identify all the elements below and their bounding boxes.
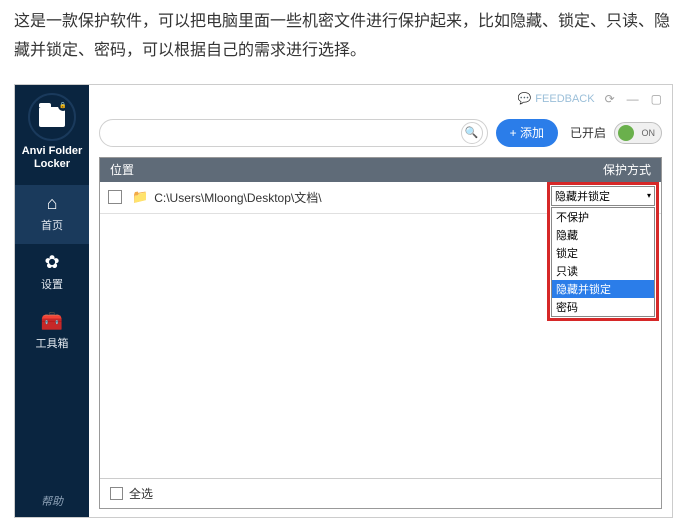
sidebar-item-home[interactable]: ⌂ 首页 xyxy=(15,185,89,244)
main-area: 💬 FEEDBACK ⟳ — ▢ 🔍 + 添加 已开启 ON 位置 保护方式 xyxy=(89,85,672,517)
row-path-text: C:\Users\Mloong\Desktop\文档\ xyxy=(154,189,551,206)
intro-paragraph: 这是一款保护软件，可以把电脑里面一些机密文件进行保护起来，比如隐藏、锁定、只读、… xyxy=(0,0,687,84)
toggle-knob xyxy=(618,125,634,141)
column-location: 位置 xyxy=(100,161,541,178)
column-method: 保护方式 xyxy=(541,161,661,178)
toolbox-icon: 🧰 xyxy=(15,311,89,332)
dropdown-current[interactable]: 隐藏并锁定 ▾ xyxy=(551,186,655,206)
home-icon: ⌂ xyxy=(15,193,89,214)
dropdown-option-readonly[interactable]: 只读 xyxy=(552,262,654,280)
gear-icon: ✿ xyxy=(15,252,89,273)
select-all-label: 全选 xyxy=(129,485,153,502)
table-footer: 全选 xyxy=(100,478,661,508)
refresh-icon[interactable]: ⟳ xyxy=(603,92,617,106)
dropdown-current-text: 隐藏并锁定 xyxy=(555,188,610,204)
folder-icon: 📁 xyxy=(132,189,148,205)
sidebar-item-label: 首页 xyxy=(41,220,63,232)
protection-dropdown-highlighted: 隐藏并锁定 ▾ 不保护 隐藏 锁定 只读 隐藏并锁定 密码 xyxy=(547,182,659,321)
maximize-icon[interactable]: ▢ xyxy=(649,92,664,106)
feedback-label: FEEDBACK xyxy=(535,93,594,105)
window-controls: 💬 FEEDBACK ⟳ — ▢ xyxy=(89,85,672,113)
dropdown-option-hidelock[interactable]: 隐藏并锁定 xyxy=(552,280,654,298)
lock-icon xyxy=(58,101,68,111)
search-input-wrap: 🔍 xyxy=(99,119,488,147)
toggle-state-text: ON xyxy=(642,128,656,138)
app-window: Anvi Folder Locker ⌂ 首页 ✿ 设置 🧰 工具箱 帮助 💬 … xyxy=(14,84,673,518)
select-all-checkbox[interactable] xyxy=(110,487,123,500)
sidebar-item-settings[interactable]: ✿ 设置 xyxy=(15,244,89,303)
table-header: 位置 保护方式 xyxy=(100,158,661,182)
app-name: Anvi Folder Locker xyxy=(15,145,89,171)
dropdown-option-password[interactable]: 密码 xyxy=(552,298,654,316)
row-checkbox[interactable] xyxy=(108,190,122,204)
dropdown-option-list: 不保护 隐藏 锁定 只读 隐藏并锁定 密码 xyxy=(551,207,655,317)
sidebar-item-label: 工具箱 xyxy=(36,338,69,350)
dropdown-option-hide[interactable]: 隐藏 xyxy=(552,226,654,244)
toolbar: 🔍 + 添加 已开启 ON xyxy=(89,113,672,157)
sidebar: Anvi Folder Locker ⌂ 首页 ✿ 设置 🧰 工具箱 帮助 xyxy=(15,85,89,517)
chevron-down-icon: ▾ xyxy=(647,191,651,200)
dropdown-option-none[interactable]: 不保护 xyxy=(552,208,654,226)
feedback-link[interactable]: 💬 FEEDBACK xyxy=(518,92,595,105)
sidebar-footer-help[interactable]: 帮助 xyxy=(15,485,89,517)
sidebar-item-toolbox[interactable]: 🧰 工具箱 xyxy=(15,303,89,362)
dropdown-option-lock[interactable]: 锁定 xyxy=(552,244,654,262)
file-table: 位置 保护方式 📁 C:\Users\Mloong\Desktop\文档\ 隐藏… xyxy=(99,157,662,509)
chat-icon: 💬 xyxy=(518,92,532,105)
search-input[interactable] xyxy=(112,126,461,140)
enable-toggle[interactable]: ON xyxy=(614,122,662,144)
minimize-icon[interactable]: — xyxy=(625,92,641,106)
toggle-status-label: 已开启 xyxy=(570,124,606,141)
app-logo xyxy=(28,93,76,141)
search-icon[interactable]: 🔍 xyxy=(461,122,483,144)
add-button[interactable]: + 添加 xyxy=(496,119,558,147)
sidebar-item-label: 设置 xyxy=(41,279,63,291)
table-body: 📁 C:\Users\Mloong\Desktop\文档\ 隐藏并锁定 ▾ 隐藏… xyxy=(100,182,661,478)
